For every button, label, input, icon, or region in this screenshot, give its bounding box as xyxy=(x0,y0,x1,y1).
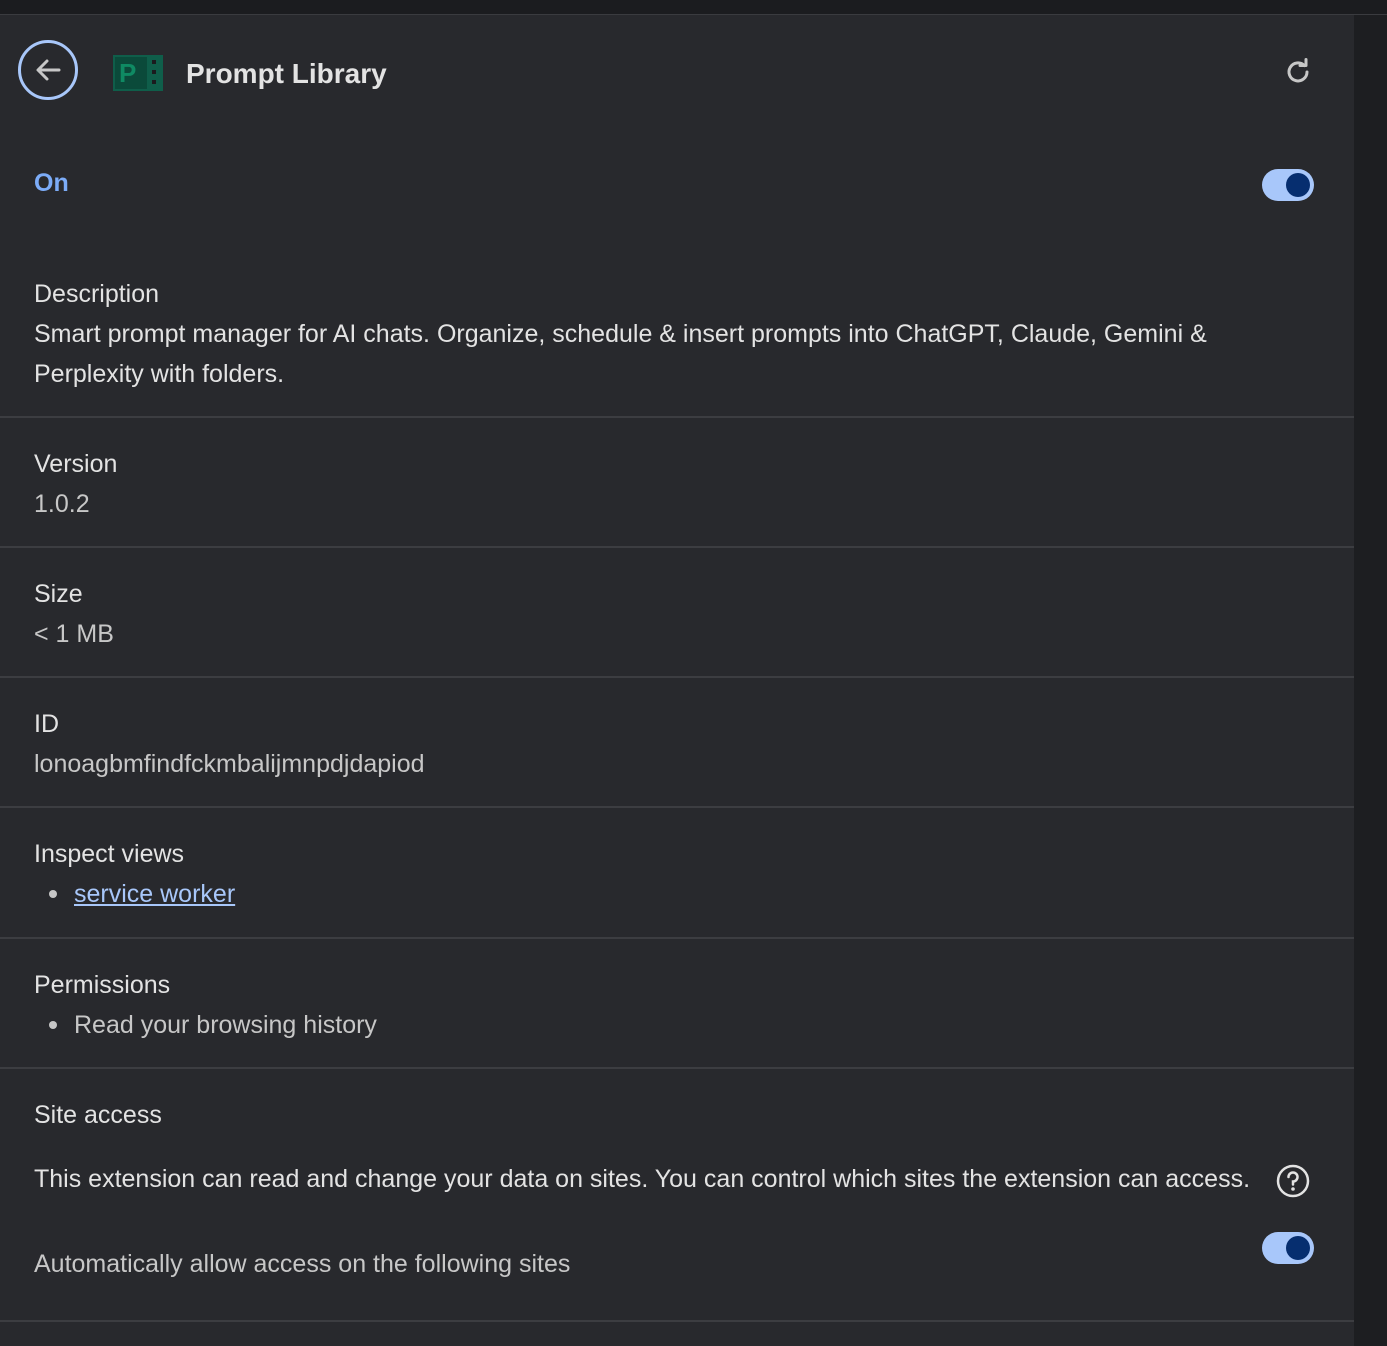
auto-allow-label: Automatically allow access on the follow… xyxy=(34,1250,571,1278)
description-section: Description Smart prompt manager for AI … xyxy=(0,274,1354,418)
auto-allow-toggle[interactable] xyxy=(1262,1232,1314,1264)
site-access-label: Site access xyxy=(34,1101,162,1129)
back-button[interactable] xyxy=(18,40,78,100)
id-value: lonoagbmfindfckmbalijmnpdjdapiod xyxy=(34,750,425,778)
details-header: P Prompt Library xyxy=(0,15,1354,130)
back-arrow-icon xyxy=(36,59,61,81)
list-item: Read your browsing history xyxy=(34,1005,1354,1045)
inspect-views-label: Inspect views xyxy=(34,840,185,868)
reload-button[interactable] xyxy=(1278,52,1318,92)
size-section: Size < 1 MB xyxy=(0,548,1354,678)
extension-title: Prompt Library xyxy=(186,58,387,89)
enable-row: On xyxy=(0,155,1354,215)
version-label: Version xyxy=(34,450,118,478)
id-section: ID lonoagbmfindfckmbalijmnpdjdapiod xyxy=(0,678,1354,808)
size-value: < 1 MB xyxy=(34,620,114,648)
help-icon[interactable] xyxy=(1276,1164,1310,1198)
site-access-description: This extension can read and change your … xyxy=(34,1165,1251,1193)
description-text: Smart prompt manager for AI chats. Organ… xyxy=(34,320,1207,388)
service-worker-link[interactable]: service worker xyxy=(74,880,235,908)
enable-toggle[interactable] xyxy=(1262,169,1314,201)
permissions-label: Permissions xyxy=(34,971,171,999)
size-label: Size xyxy=(34,580,83,608)
version-section: Version 1.0.2 xyxy=(0,418,1354,548)
bullet-icon xyxy=(49,1021,57,1029)
bullet-icon xyxy=(49,890,57,898)
inspect-views-section: Inspect views service worker xyxy=(0,808,1354,939)
window-top-strip xyxy=(0,0,1387,15)
reload-icon xyxy=(1287,58,1309,83)
permissions-section: Permissions Read your browsing history xyxy=(0,939,1354,1069)
toggle-knob xyxy=(1286,1236,1310,1260)
toggle-knob xyxy=(1286,173,1310,197)
description-label: Description xyxy=(34,280,160,308)
extension-details-panel: P Prompt Library On Description Smart pr… xyxy=(0,15,1354,1346)
id-label: ID xyxy=(34,710,59,738)
version-value: 1.0.2 xyxy=(34,490,90,518)
extension-logo: P xyxy=(113,55,163,91)
svg-text:P: P xyxy=(119,58,136,88)
scrollbar-track[interactable] xyxy=(1354,15,1387,1346)
permission-item: Read your browsing history xyxy=(74,1011,377,1039)
enable-status-label: On xyxy=(34,169,69,197)
list-item: service worker xyxy=(34,874,1354,914)
